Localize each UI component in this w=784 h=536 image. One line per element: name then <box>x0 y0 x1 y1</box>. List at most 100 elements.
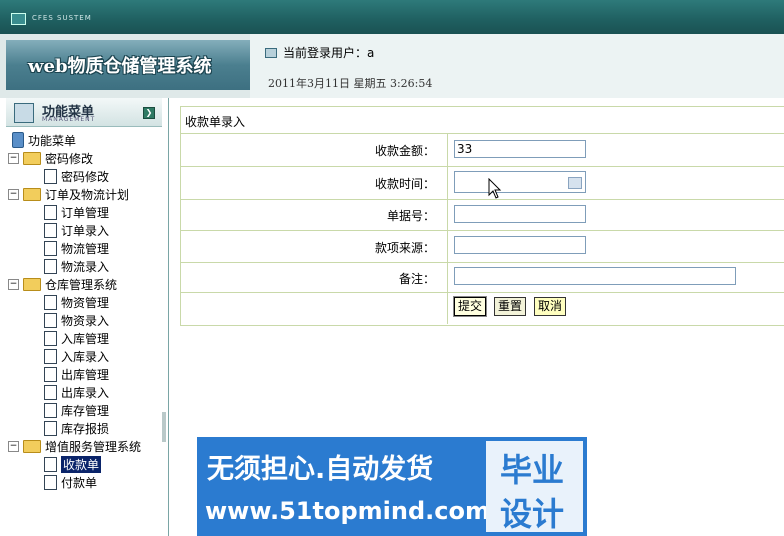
folder-icon <box>23 151 41 165</box>
calendar-icon[interactable] <box>568 177 582 189</box>
receipt-form: 收款单录入 收款金额： 收款时间： 单据号： 款项来源： 备注： 提交 重置 取… <box>180 106 784 326</box>
tree-item[interactable]: 入库管理 <box>44 330 109 346</box>
tree-item-label: 订单管理 <box>61 205 110 220</box>
watermark-badge: 毕业 设计 <box>486 441 583 533</box>
document-icon <box>44 456 57 472</box>
field-label: 收款时间： <box>181 167 448 199</box>
top-bar: CFES SUSTEM <box>0 0 784 34</box>
date-picker[interactable] <box>454 171 586 193</box>
form-row-time: 收款时间： <box>181 167 784 200</box>
remark-label: 备注： <box>398 272 435 286</box>
remark-input[interactable] <box>454 267 736 285</box>
form-title: 收款单录入 <box>185 115 246 129</box>
tree-group-orders[interactable]: − 订单及物流计划 <box>8 186 129 202</box>
tree-root-label: 功能菜单 <box>28 133 77 148</box>
tree-item[interactable]: 密码修改 <box>44 168 109 184</box>
collapse-chevron-icon[interactable]: ❯ <box>143 107 155 119</box>
tree-group-password[interactable]: − 密码修改 <box>8 150 93 166</box>
tree-group-warehouse[interactable]: − 仓库管理系统 <box>8 276 117 292</box>
tree-item[interactable]: 物资录入 <box>44 312 109 328</box>
tree-item-label: 出库管理 <box>61 367 110 382</box>
collapse-toggle-icon[interactable]: − <box>8 188 19 200</box>
field-label: 收款金额： <box>181 134 448 166</box>
tree-item-label: 物资录入 <box>61 313 110 328</box>
form-row-remark: 备注： <box>181 263 784 293</box>
document-icon <box>44 222 57 238</box>
tree-item-label: 物流管理 <box>61 241 110 256</box>
document-icon <box>44 168 57 184</box>
app-title: web物质仓储管理系统 <box>28 56 212 77</box>
tree-item[interactable]: 付款单 <box>44 474 97 490</box>
watermark-badge-top: 毕业 <box>500 451 565 489</box>
watermark-line1: 无须担心.自动发货 <box>207 454 434 485</box>
document-icon <box>44 402 57 418</box>
tree-item[interactable]: 入库录入 <box>44 348 109 364</box>
tree-item[interactable]: 物流管理 <box>44 240 109 256</box>
action-buttons: 提交 重置 取消 <box>452 296 594 317</box>
root-icon <box>12 132 24 148</box>
tree-item-label: 物资管理 <box>61 295 110 310</box>
folder-icon <box>23 277 41 291</box>
tree-group-value-added[interactable]: − 增值服务管理系统 <box>8 438 141 454</box>
source-label: 款项来源： <box>374 241 435 255</box>
collapse-toggle-icon[interactable]: − <box>8 440 19 452</box>
tree-item-label: 付款单 <box>61 475 98 490</box>
time-label: 收款时间： <box>374 177 435 191</box>
tree-item[interactable]: 物流录入 <box>44 258 109 274</box>
document-icon <box>44 474 57 490</box>
tree-item-label: 库存管理 <box>61 403 110 418</box>
form-row-amount: 收款金额： <box>181 134 784 167</box>
banner-plate: web物质仓储管理系统 <box>6 40 250 90</box>
collapse-toggle-icon[interactable]: − <box>8 152 19 164</box>
tree-item-label: 入库录入 <box>61 349 110 364</box>
field-label: 款项来源： <box>181 231 448 262</box>
field-label: 单据号： <box>181 200 448 230</box>
document-icon <box>44 384 57 400</box>
tree-item[interactable]: 库存管理 <box>44 402 109 418</box>
form-row-docno: 单据号： <box>181 200 784 231</box>
watermark-url: www.51topmind.com <box>205 497 490 525</box>
amount-label: 收款金额： <box>374 144 435 158</box>
source-input[interactable] <box>454 236 586 254</box>
document-icon <box>44 294 57 310</box>
splitter-handle[interactable] <box>162 412 166 442</box>
collapse-toggle-icon[interactable]: − <box>8 278 19 290</box>
document-icon <box>44 366 57 382</box>
sidebar-header: 功能菜单 MANAGEMENT ❯ <box>6 98 162 127</box>
menu-box-icon <box>14 103 34 123</box>
sidebar: 功能菜单 MANAGEMENT ❯ 功能菜单 − 密码修改 密码修改 − 订单及… <box>0 98 169 536</box>
header-info: 当前登录用户：a 2011年3月11日 星期五 3:26:54 <box>250 34 784 98</box>
tree-root[interactable]: 功能菜单 <box>12 132 76 148</box>
tree-item[interactable]: 库存报损 <box>44 420 109 436</box>
tree-item-selected[interactable]: 收款单 <box>44 455 102 473</box>
document-icon <box>44 312 57 328</box>
system-label: CFES SUSTEM <box>32 14 92 22</box>
tree-item[interactable]: 出库录入 <box>44 384 109 400</box>
tree-group-label: 仓库管理系统 <box>45 277 118 292</box>
tree-item[interactable]: 订单录入 <box>44 222 109 238</box>
form-title-bar: 收款单录入 <box>181 107 784 134</box>
reset-button[interactable]: 重置 <box>494 297 527 316</box>
mouse-cursor-icon <box>488 178 502 199</box>
submit-button[interactable]: 提交 <box>452 296 488 317</box>
tree-item[interactable]: 订单管理 <box>44 204 109 220</box>
docno-input[interactable] <box>454 205 586 223</box>
document-icon <box>44 240 57 256</box>
docno-label: 单据号： <box>386 209 435 223</box>
cancel-button[interactable]: 取消 <box>534 297 567 316</box>
datetime: 2011年3月11日 星期五 3:26:54 <box>268 77 433 90</box>
folder-icon <box>23 187 41 201</box>
tree-item[interactable]: 出库管理 <box>44 366 109 382</box>
document-icon <box>44 204 57 220</box>
tree-item-label: 订单录入 <box>61 223 110 238</box>
tree-item[interactable]: 物资管理 <box>44 294 109 310</box>
watermark: 无须担心.自动发货 www.51topmind.com 毕业 设计 <box>197 437 587 536</box>
current-user-label: 当前登录用户：a <box>283 46 375 60</box>
time-input[interactable] <box>454 171 586 193</box>
document-icon <box>44 420 57 436</box>
sidebar-subtitle: MANAGEMENT <box>42 116 96 123</box>
amount-input[interactable] <box>454 140 586 158</box>
watermark-badge-bottom: 设计 <box>500 495 565 533</box>
tree-item-label: 密码修改 <box>61 169 110 184</box>
document-icon <box>44 330 57 346</box>
